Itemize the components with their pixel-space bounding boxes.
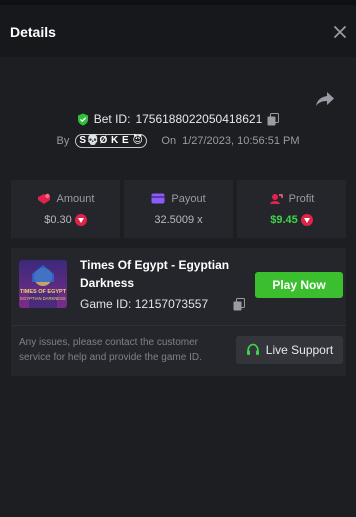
amount-label: Amount: [56, 192, 95, 205]
wallet-icon: [151, 193, 165, 204]
share-icon[interactable]: [314, 89, 336, 109]
game-id-label: Game ID:: [80, 297, 132, 311]
page-title: Details: [10, 24, 56, 40]
headset-icon: [246, 343, 259, 355]
amount-icon: [37, 193, 50, 204]
game-id: Game ID: 12157073557: [80, 297, 208, 311]
payout-stat: Payout 32.5009 x: [124, 180, 233, 238]
bet-datetime: 1/27/2023, 10:56:51 PM: [182, 135, 300, 147]
play-now-button[interactable]: Play Now: [255, 272, 343, 298]
details-header: Details: [0, 5, 356, 57]
copy-game-id-icon[interactable]: [233, 298, 245, 311]
amount-stat: Amount $0.30: [11, 180, 120, 238]
currency-coin-icon: [300, 213, 313, 226]
verified-shield-icon: [77, 113, 88, 125]
bet-by-row: By S💀Ø K E 😈 On 1/27/2023, 10:56:51 PM: [0, 134, 356, 152]
thumb-title-line2: EGYPTIAN DARKNESS: [20, 296, 66, 301]
live-support-button[interactable]: Live Support: [236, 336, 343, 364]
profit-stat: Profit $9.45: [237, 180, 346, 238]
bet-id-label: Bet ID:: [93, 112, 131, 126]
payout-label: Payout: [171, 192, 206, 205]
currency-coin-icon: [74, 213, 87, 226]
divider: [11, 325, 346, 326]
amount-value: $0.30: [44, 213, 72, 226]
by-label: By: [56, 135, 70, 147]
profit-label: Profit: [288, 192, 315, 205]
bet-id-value: 1756188022050418621: [135, 112, 263, 126]
on-label: On: [161, 135, 177, 147]
support-text: Any issues, please contact the customer …: [19, 337, 202, 363]
username[interactable]: S💀Ø K E 😈: [75, 134, 148, 148]
profit-value: $9.45: [270, 213, 298, 226]
game-thumbnail[interactable]: TIMES OF EGYPT EGYPTIAN DARKNESS: [19, 260, 67, 308]
bet-id-row: Bet ID: 1756188022050418621: [0, 112, 356, 132]
live-support-label: Live Support: [265, 343, 334, 357]
game-name[interactable]: Times Of Egypt - Egyptian Darkness: [80, 256, 240, 292]
profit-icon: [269, 193, 283, 204]
copy-icon[interactable]: [267, 112, 280, 126]
thumb-title-line1: TIMES OF EGYPT: [20, 289, 67, 295]
game-id-value: 12157073557: [134, 297, 209, 311]
close-icon[interactable]: [333, 25, 347, 39]
bet-stats: Amount $0.30 Payout 32.5009 x Profit $9.…: [11, 180, 346, 238]
payout-value: 32.5009 x: [154, 213, 203, 226]
game-card: TIMES OF EGYPT EGYPTIAN DARKNESS Times O…: [11, 248, 346, 376]
